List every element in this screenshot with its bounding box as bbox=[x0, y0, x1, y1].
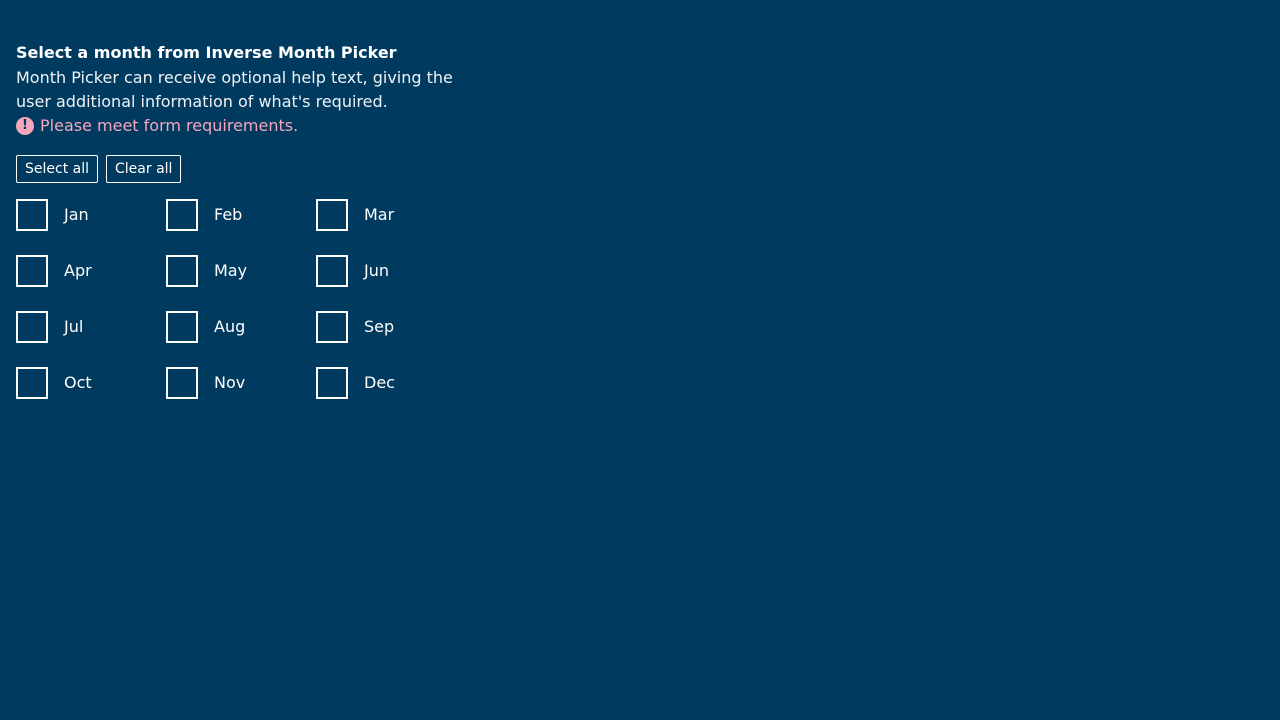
month-label: Feb bbox=[214, 205, 243, 224]
month-picker: Select a month from Inverse Month Picker… bbox=[16, 42, 486, 423]
month-option-may[interactable]: May bbox=[166, 255, 316, 311]
month-label: Dec bbox=[364, 373, 395, 392]
month-checkbox[interactable] bbox=[316, 199, 348, 231]
month-option-jul[interactable]: Jul bbox=[16, 311, 166, 367]
month-option-jun[interactable]: Jun bbox=[316, 255, 466, 311]
month-option-dec[interactable]: Dec bbox=[316, 367, 466, 423]
month-checkbox[interactable] bbox=[166, 255, 198, 287]
month-label: Jan bbox=[64, 205, 89, 224]
month-label: Apr bbox=[64, 261, 92, 280]
month-label: Sep bbox=[364, 317, 395, 336]
month-checkbox[interactable] bbox=[16, 199, 48, 231]
month-option-jan[interactable]: Jan bbox=[16, 199, 166, 255]
help-text: Month Picker can receive optional help t… bbox=[16, 68, 453, 111]
month-label: Jul bbox=[64, 317, 84, 336]
month-option-sep[interactable]: Sep bbox=[316, 311, 466, 367]
month-label: Mar bbox=[364, 205, 395, 224]
month-checkbox[interactable] bbox=[166, 311, 198, 343]
month-grid: Jan Feb Mar Apr May Jun Jul Aug Sep Oct … bbox=[16, 199, 486, 423]
error-text: Please meet form requirements. bbox=[40, 116, 299, 135]
month-checkbox[interactable] bbox=[316, 255, 348, 287]
month-checkbox[interactable] bbox=[316, 367, 348, 399]
month-option-aug[interactable]: Aug bbox=[166, 311, 316, 367]
month-option-feb[interactable]: Feb bbox=[166, 199, 316, 255]
month-checkbox[interactable] bbox=[166, 199, 198, 231]
month-option-mar[interactable]: Mar bbox=[316, 199, 466, 255]
month-option-oct[interactable]: Oct bbox=[16, 367, 166, 423]
month-checkbox[interactable] bbox=[16, 311, 48, 343]
month-label: Aug bbox=[214, 317, 246, 336]
bulk-actions: Select all Clear all bbox=[16, 155, 486, 183]
month-label: May bbox=[214, 261, 248, 280]
month-label: Nov bbox=[214, 373, 246, 392]
error-icon: ! bbox=[16, 117, 34, 135]
month-checkbox[interactable] bbox=[16, 255, 48, 287]
month-checkbox[interactable] bbox=[166, 367, 198, 399]
month-checkbox[interactable] bbox=[16, 367, 48, 399]
month-label: Oct bbox=[64, 373, 92, 392]
picker-legend: Select a month from Inverse Month Picker bbox=[16, 43, 397, 62]
clear-all-button[interactable]: Clear all bbox=[106, 155, 182, 183]
month-label: Jun bbox=[364, 261, 389, 280]
month-option-nov[interactable]: Nov bbox=[166, 367, 316, 423]
month-checkbox[interactable] bbox=[316, 311, 348, 343]
select-all-button[interactable]: Select all bbox=[16, 155, 98, 183]
month-option-apr[interactable]: Apr bbox=[16, 255, 166, 311]
error-message: ! Please meet form requirements. bbox=[16, 114, 486, 138]
